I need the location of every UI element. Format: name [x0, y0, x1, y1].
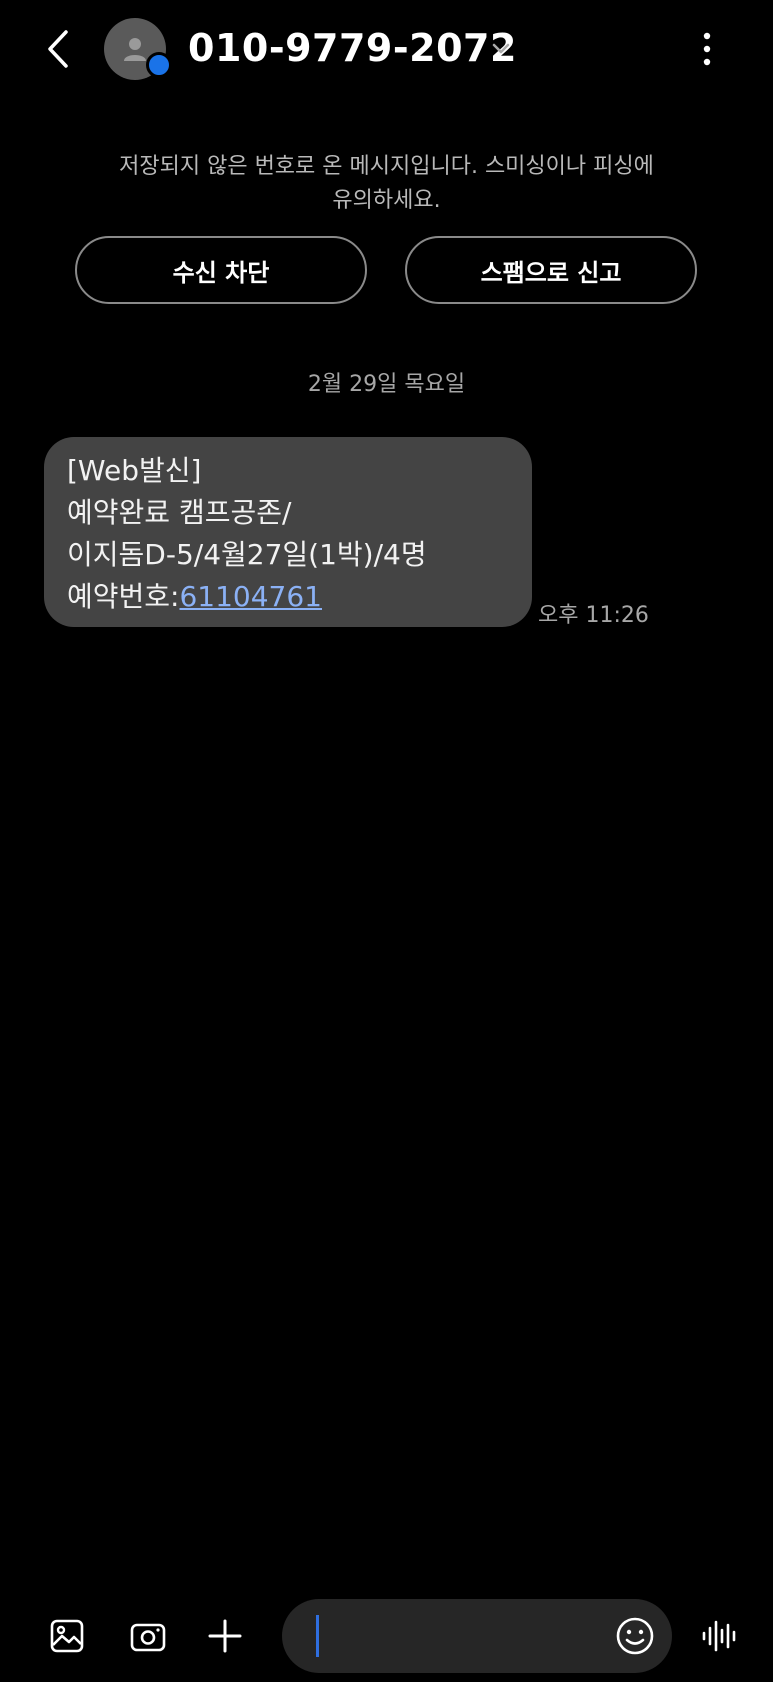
message-line: [Web발신]	[67, 454, 202, 487]
camera-button[interactable]	[124, 1612, 172, 1660]
message-input[interactable]	[312, 1611, 572, 1661]
voice-waveform-icon	[702, 1620, 736, 1652]
message-screen: 010-9779-2072 저장되지 않은 번호로 온 메시지입니다. 스미싱이…	[0, 0, 773, 1682]
message-composer[interactable]	[282, 1599, 672, 1673]
back-button[interactable]	[40, 26, 76, 72]
contact-expand-button[interactable]	[488, 36, 514, 60]
message-bubble[interactable]: [Web발신] 예약완료 캠프공존/ 이지돔D-5/4월27일(1박)/4명 예…	[44, 437, 532, 627]
person-icon	[124, 38, 146, 61]
more-vertical-icon	[703, 32, 711, 66]
reservation-line: 예약번호:61104761	[67, 576, 509, 618]
voice-record-button[interactable]	[696, 1612, 744, 1660]
reservation-prefix: 예약번호:	[67, 580, 180, 613]
message-time: 오후 11:26	[538, 603, 649, 628]
plus-icon	[208, 1619, 242, 1653]
emoji-button[interactable]	[612, 1613, 658, 1659]
report-spam-button[interactable]: 스팸으로 신고	[405, 236, 697, 304]
add-attachment-button[interactable]	[201, 1612, 249, 1660]
notice-line-2: 유의하세요.	[332, 188, 441, 213]
gallery-button[interactable]	[43, 1612, 91, 1660]
message-badge-icon	[146, 52, 172, 78]
message-line: 예약완료 캠프공존/	[67, 496, 292, 529]
message-line: 이지돔D-5/4월27일(1박)/4명	[67, 538, 427, 571]
block-number-button[interactable]: 수신 차단	[75, 236, 367, 304]
chevron-down-icon	[492, 43, 510, 54]
chevron-left-icon	[48, 30, 68, 68]
text-cursor	[316, 1615, 319, 1657]
date-divider: 2월 29일 목요일	[307, 372, 466, 397]
image-icon	[50, 1619, 84, 1653]
unsaved-number-notice: 저장되지 않은 번호로 온 메시지입니다. 스미싱이나 피싱에 유의하세요.	[60, 150, 713, 218]
notice-line-1: 저장되지 않은 번호로 온 메시지입니다. 스미싱이나 피싱에	[119, 154, 654, 179]
contact-number-title[interactable]: 010-9779-2072	[188, 22, 517, 74]
more-options-button[interactable]	[690, 28, 724, 70]
smiley-icon	[616, 1617, 654, 1655]
camera-icon	[130, 1623, 166, 1652]
reservation-number-link[interactable]: 61104761	[179, 580, 322, 613]
contact-avatar[interactable]	[104, 18, 172, 80]
